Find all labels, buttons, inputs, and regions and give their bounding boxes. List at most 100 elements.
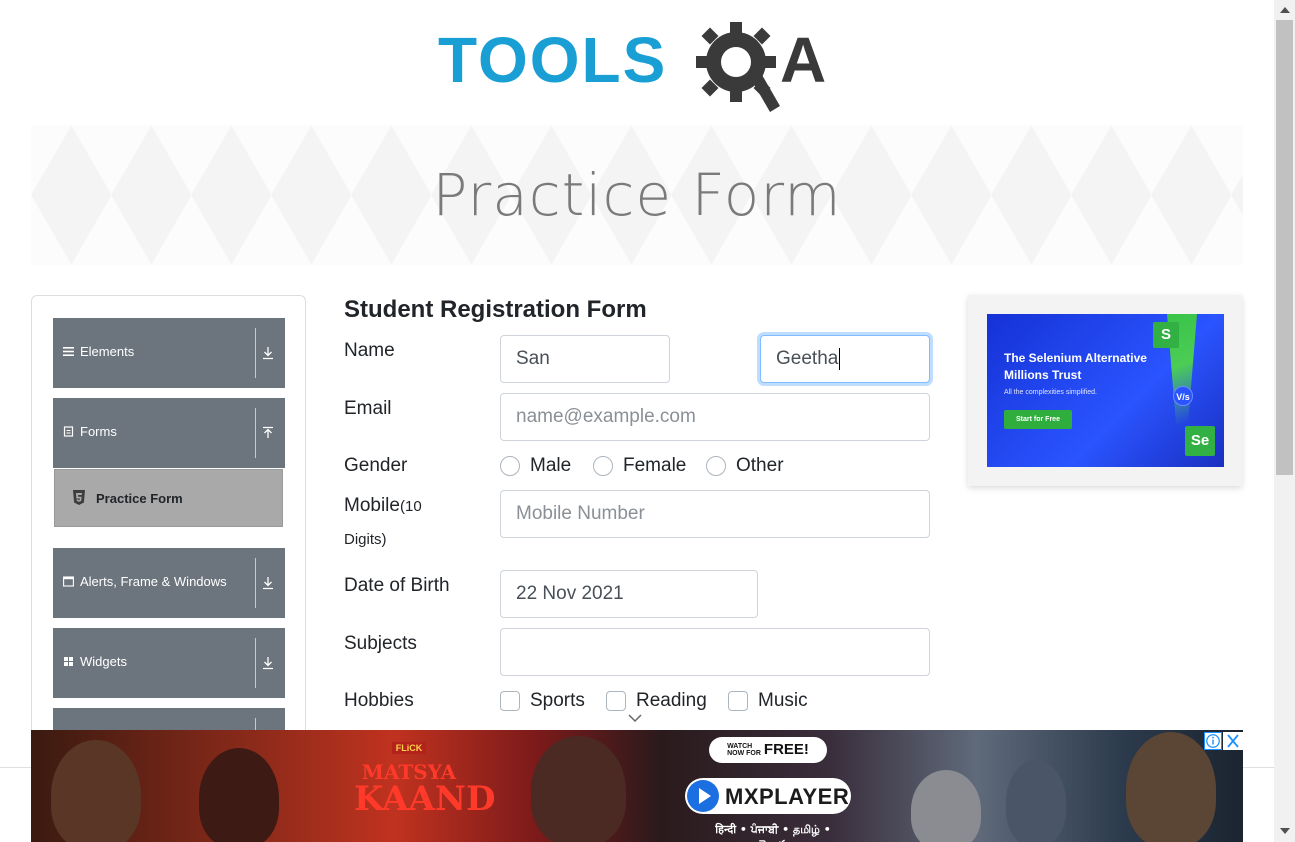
window-icon bbox=[63, 576, 74, 587]
ad-person-image bbox=[1006, 760, 1066, 842]
gender-female-radio[interactable] bbox=[593, 456, 613, 476]
versus-badge: V/s bbox=[1173, 386, 1193, 406]
ad-movie-title: FLiCK MATSYA KAAND bbox=[354, 738, 496, 838]
hobbies-label: Hobbies bbox=[344, 690, 414, 711]
selenium-alt-logo: S bbox=[1153, 322, 1179, 348]
mobile-hint-line: Digits) bbox=[344, 528, 387, 550]
ad-watch-small-2: NOW FOR bbox=[727, 750, 761, 758]
ad-watch-free: FREE! bbox=[763, 741, 809, 758]
ad-watch-free-badge: WATCH NOW FOR FREE! bbox=[709, 737, 827, 763]
gender-label: Gender bbox=[344, 455, 408, 476]
ad-watch-small: WATCH NOW FOR bbox=[727, 743, 761, 757]
gender-male-radio[interactable] bbox=[500, 456, 520, 476]
sidebar-group-widgets[interactable]: Widgets bbox=[53, 628, 285, 698]
logo-a: A bbox=[780, 24, 827, 96]
divider bbox=[255, 408, 256, 458]
ad-person-image bbox=[911, 770, 981, 842]
dob-value: 22 Nov 2021 bbox=[516, 583, 624, 604]
sidebar-group-alerts[interactable]: Alerts, Frame & Windows bbox=[53, 548, 285, 618]
upload-icon bbox=[263, 426, 273, 438]
divider bbox=[255, 558, 256, 608]
first-name-input[interactable]: San bbox=[500, 335, 670, 383]
subjects-label: Subjects bbox=[344, 633, 417, 654]
name-label: Name bbox=[344, 340, 395, 361]
scroll-up-arrow[interactable] bbox=[1280, 7, 1290, 13]
play-icon bbox=[687, 780, 719, 812]
text-caret bbox=[839, 347, 841, 370]
ad-close-icon[interactable] bbox=[1223, 732, 1243, 750]
ad-languages: हिन्दी • ਪੰਜਾਬੀ • தமிழ் • తెలుగు bbox=[715, 823, 831, 842]
gender-other-label[interactable]: Other bbox=[736, 455, 784, 477]
html5-icon bbox=[73, 490, 85, 505]
sidebar-group-forms[interactable]: Forms bbox=[53, 398, 285, 468]
sidebar-item-label: Practice Form bbox=[96, 491, 183, 506]
last-name-value: Geetha bbox=[776, 348, 839, 369]
page-title: Practice Form bbox=[432, 161, 842, 229]
hobby-sports-label[interactable]: Sports bbox=[530, 690, 585, 712]
dob-input[interactable]: 22 Nov 2021 bbox=[500, 570, 758, 618]
widgets-icon bbox=[64, 657, 73, 666]
email-input[interactable]: name@example.com bbox=[500, 393, 930, 441]
sidebar-group-label: Widgets bbox=[80, 654, 127, 669]
gender-female-label[interactable]: Female bbox=[623, 455, 686, 477]
first-name-value: San bbox=[516, 348, 550, 369]
sidebar-group-label: Alerts, Frame & Windows bbox=[80, 574, 227, 589]
download-icon bbox=[263, 347, 273, 360]
mobile-placeholder: Mobile Number bbox=[516, 503, 645, 524]
hobby-sports-checkbox[interactable] bbox=[500, 691, 520, 711]
gear-q-icon bbox=[696, 22, 780, 112]
page-banner: Practice Form bbox=[31, 125, 1243, 265]
form-title: Student Registration Form bbox=[344, 296, 647, 323]
ad-person-image bbox=[199, 748, 279, 842]
gender-other-radio[interactable] bbox=[706, 456, 726, 476]
side-ad-headline-2: Millions Trust bbox=[1004, 368, 1082, 382]
ad-person-image bbox=[51, 740, 141, 842]
mobile-label: Mobile(10 bbox=[344, 495, 422, 517]
bottom-ad-banner[interactable]: FLiCK MATSYA KAAND WATCH NOW FOR FREE! MXP… bbox=[31, 730, 1243, 842]
toolsqa-logo[interactable]: TOOLS A bbox=[438, 18, 840, 113]
sidebar-group-elements[interactable]: Elements bbox=[53, 318, 285, 388]
email-label: Email bbox=[344, 398, 392, 419]
last-name-input[interactable]: Geetha bbox=[760, 335, 930, 383]
mobile-hint-2: Digits) bbox=[344, 531, 387, 548]
dob-label: Date of Birth bbox=[344, 575, 450, 596]
subjects-input[interactable] bbox=[500, 628, 930, 676]
form-icon bbox=[63, 426, 74, 437]
scroll-thumb[interactable] bbox=[1276, 20, 1293, 475]
ad-person-image bbox=[531, 736, 626, 842]
mobile-input[interactable]: Mobile Number bbox=[500, 490, 930, 538]
ad-movie-title-2: KAAND bbox=[354, 779, 496, 819]
sidebar-item-practice-form[interactable]: Practice Form bbox=[54, 469, 283, 527]
email-placeholder: name@example.com bbox=[516, 406, 696, 427]
sidebar-group-label: Elements bbox=[80, 344, 135, 359]
divider bbox=[255, 328, 256, 378]
download-icon bbox=[263, 577, 273, 590]
hobby-reading-label[interactable]: Reading bbox=[636, 690, 707, 712]
sidebar-group-label: Forms bbox=[80, 424, 117, 439]
gender-male-label[interactable]: Male bbox=[530, 455, 571, 477]
side-ad-headline-1: The Selenium Alternative bbox=[1004, 351, 1147, 365]
scroll-down-arrow[interactable] bbox=[1280, 828, 1290, 834]
ad-watch-small-1: WATCH bbox=[727, 743, 753, 751]
hobby-music-label[interactable]: Music bbox=[758, 690, 808, 712]
list-icon bbox=[63, 347, 74, 356]
ad-person-image bbox=[1126, 732, 1216, 842]
ad-info-icon[interactable] bbox=[1204, 732, 1222, 750]
page-scrollbar[interactable] bbox=[1274, 0, 1295, 842]
mobile-hint: (10 bbox=[399, 498, 422, 515]
hobby-music-checkbox[interactable] bbox=[728, 691, 748, 711]
logo-text: TOOLS bbox=[438, 24, 668, 96]
selenium-logo: Se bbox=[1185, 426, 1215, 456]
ad-movie-brand: FLiCK bbox=[391, 742, 427, 754]
chevron-down-icon[interactable] bbox=[627, 713, 643, 723]
hobby-reading-checkbox[interactable] bbox=[606, 691, 626, 711]
mxplayer-text: MXPLAYER bbox=[725, 784, 850, 809]
mxplayer-logo: MXPLAYER bbox=[685, 778, 851, 814]
side-ad-headline: The Selenium Alternative Millions Trust bbox=[1004, 350, 1147, 384]
sidebar: Elements Forms Practice Form Alerts, Fra… bbox=[31, 295, 306, 755]
side-ad-start-button[interactable]: Start for Free bbox=[1004, 410, 1072, 429]
mobile-label-text: Mobile bbox=[344, 495, 400, 516]
side-ad-subtext: All the complexities simplified. bbox=[1004, 389, 1097, 396]
side-ad[interactable]: S V/s Se The Selenium Alternative Million… bbox=[987, 314, 1224, 467]
download-icon bbox=[263, 657, 273, 670]
